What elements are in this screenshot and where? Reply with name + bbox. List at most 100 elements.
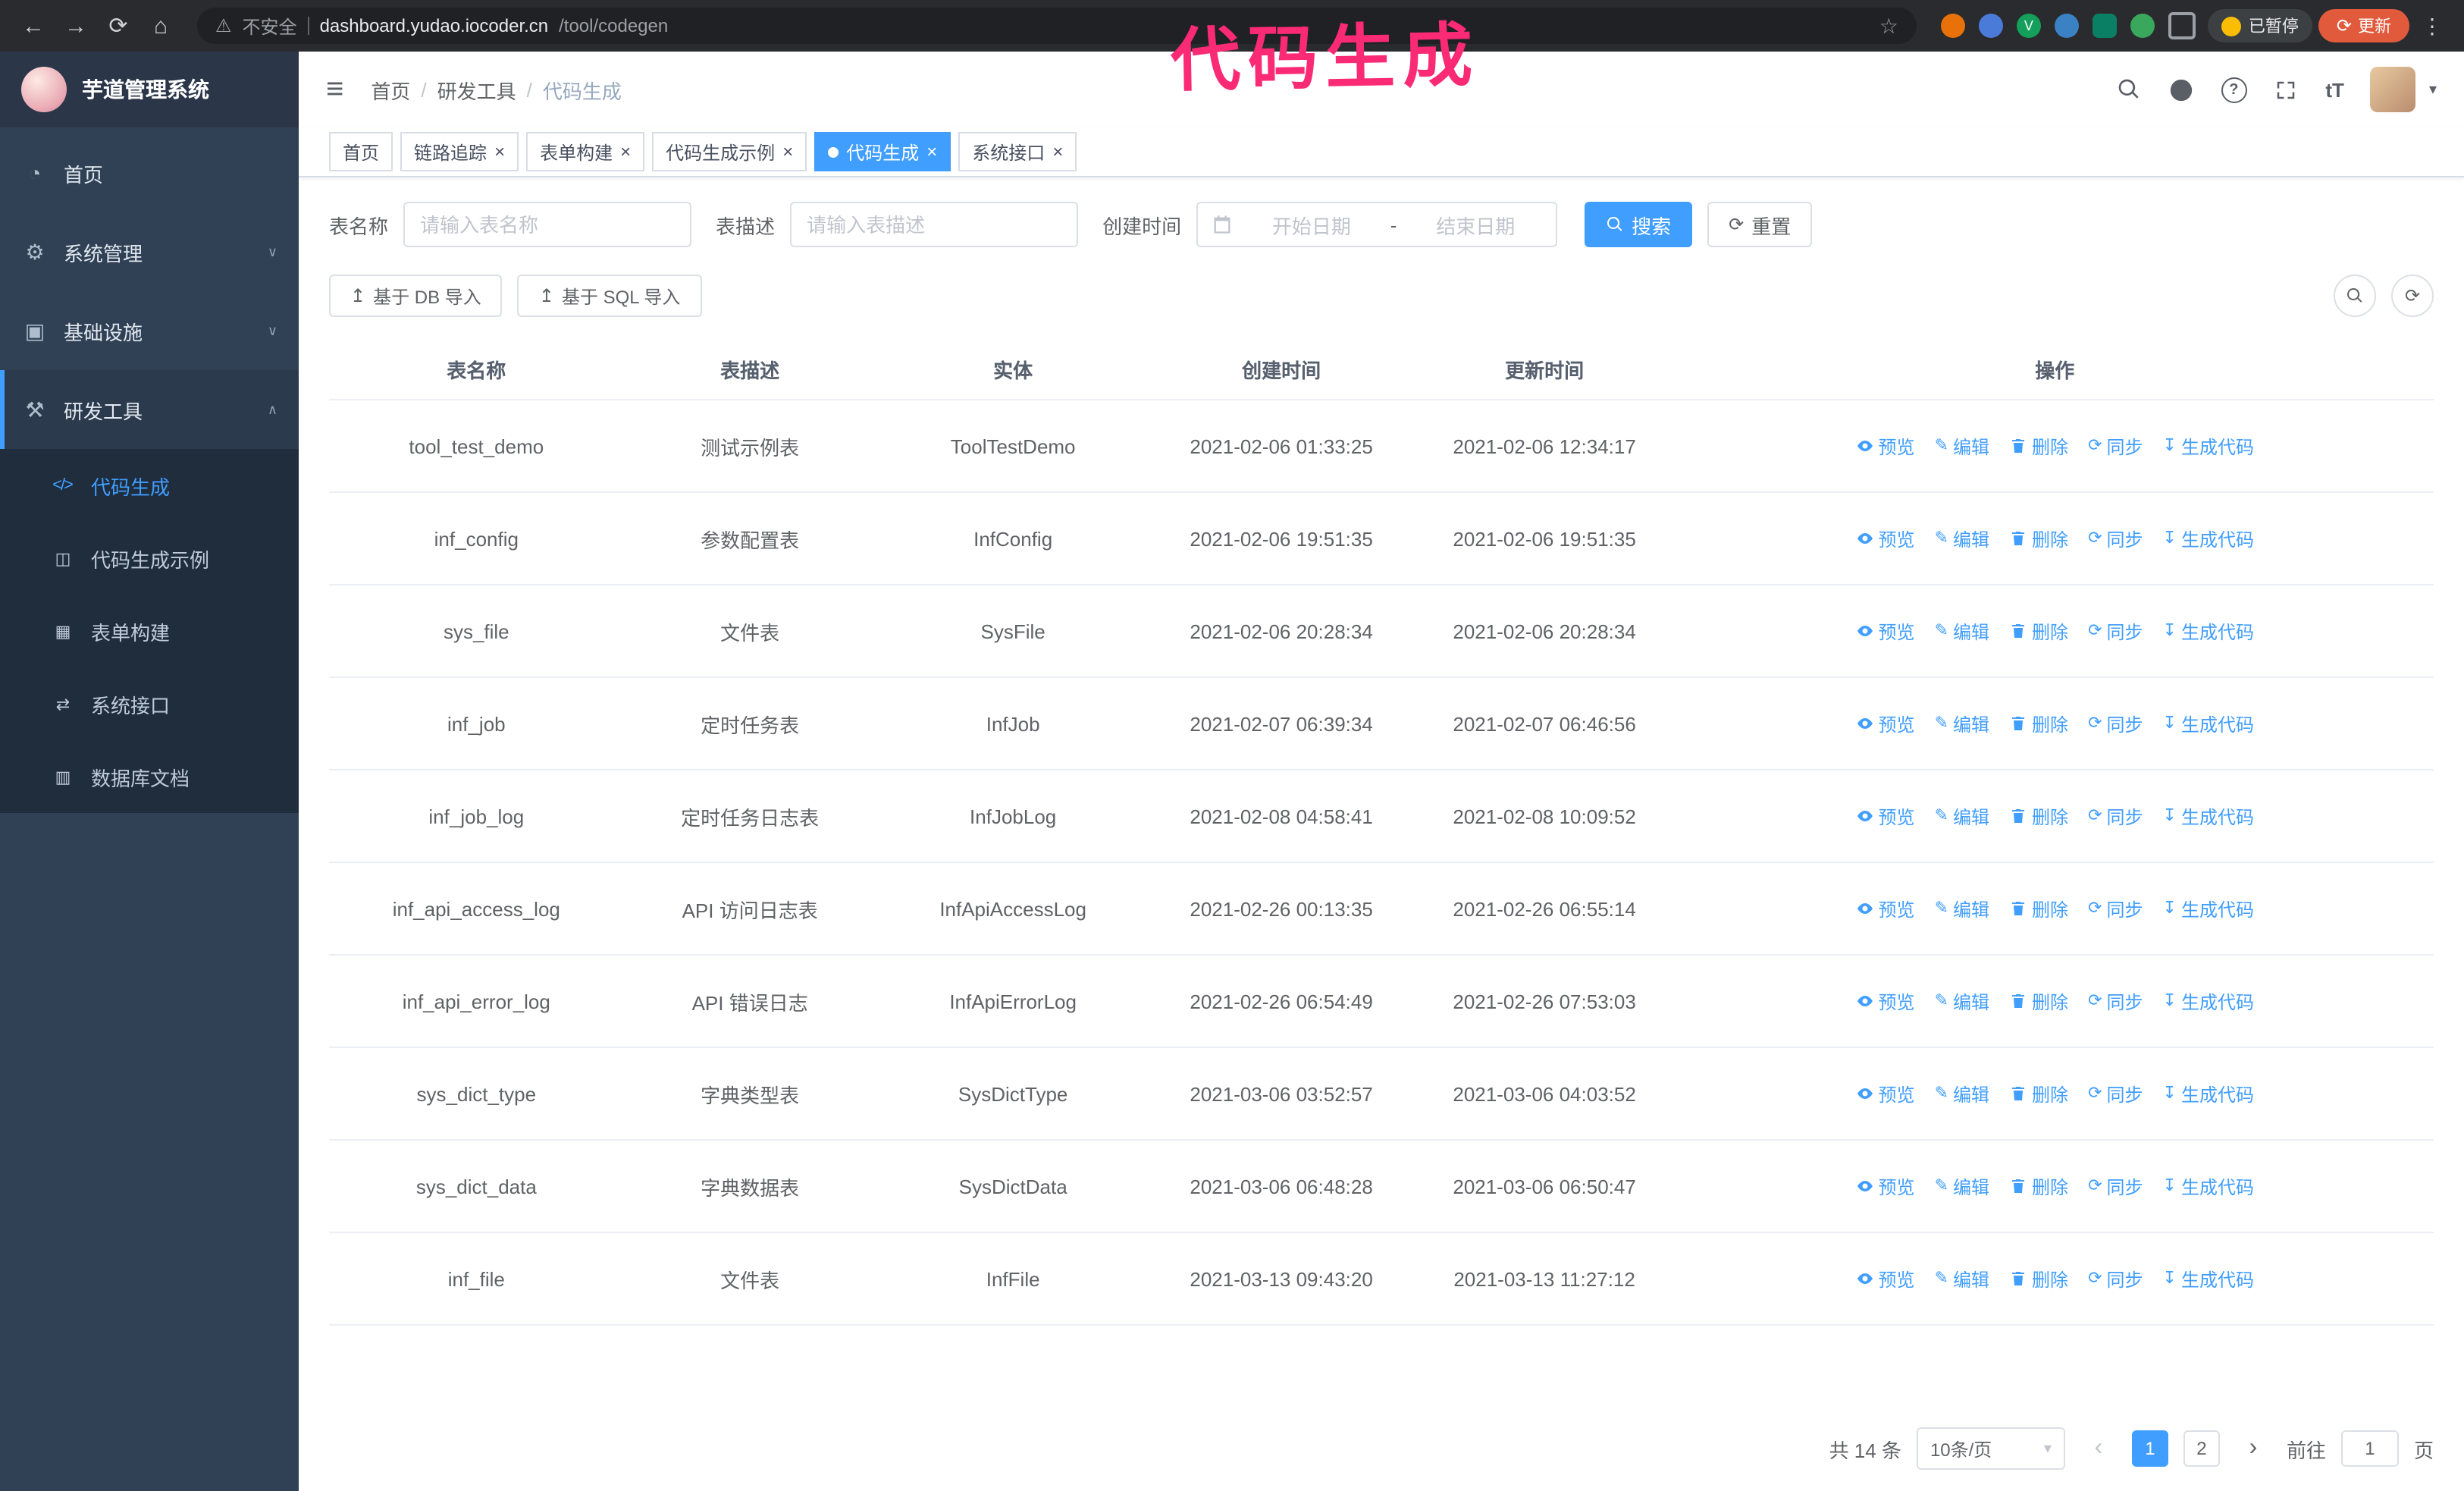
avatar-caret-icon[interactable]: ▾	[2429, 81, 2437, 98]
delete-link[interactable]: 删除	[2009, 988, 2068, 1014]
edit-link[interactable]: ✎ 编辑	[1935, 1081, 1989, 1106]
security-label[interactable]: 不安全	[243, 13, 297, 39]
page-size-select[interactable]: 10条/页 ▾	[1916, 1427, 2065, 1470]
delete-link[interactable]: 删除	[2009, 526, 2068, 551]
table-name-input[interactable]	[403, 202, 692, 247]
sync-link[interactable]: ⟳ 同步	[2088, 433, 2143, 459]
preview-link[interactable]: 预览	[1856, 618, 1915, 644]
preview-link[interactable]: 预览	[1856, 1081, 1915, 1106]
fullscreen-icon[interactable]	[2272, 76, 2299, 103]
sync-link[interactable]: ⟳ 同步	[2088, 711, 2143, 736]
help-icon[interactable]: ?	[2221, 77, 2247, 102]
extension-icon[interactable]: V	[2016, 14, 2041, 38]
start-date-placeholder[interactable]: 开始日期	[1245, 210, 1378, 239]
breadcrumb-home[interactable]: 首页	[371, 75, 410, 104]
extension-icon[interactable]	[2130, 14, 2155, 38]
preview-link[interactable]: 预览	[1856, 711, 1915, 736]
edit-link[interactable]: ✎ 编辑	[1935, 526, 1989, 551]
paused-badge[interactable]: 已暂停	[2207, 9, 2312, 42]
extension-icon[interactable]	[2054, 14, 2079, 38]
browser-update-button[interactable]: ⟳ 更新	[2318, 9, 2409, 42]
sync-link[interactable]: ⟳ 同步	[2088, 988, 2143, 1014]
browser-reload-button[interactable]: ⟳	[100, 8, 136, 44]
edit-link[interactable]: ✎ 编辑	[1935, 896, 1989, 921]
sync-link[interactable]: ⟳ 同步	[2088, 526, 2143, 551]
generate-code-link[interactable]: ↧ 生成代码	[2163, 433, 2254, 459]
tab-form-builder[interactable]: 表单构建 ×	[526, 132, 645, 171]
browser-home-button[interactable]: ⌂	[143, 8, 179, 44]
preview-link[interactable]: 预览	[1856, 896, 1915, 921]
reset-button[interactable]: ⟳ 重置	[1707, 202, 1813, 247]
generate-code-link[interactable]: ↧ 生成代码	[2163, 1266, 2254, 1292]
delete-link[interactable]: 删除	[2009, 803, 2068, 829]
hamburger-icon[interactable]: ≡	[326, 74, 343, 105]
generate-code-link[interactable]: ↧ 生成代码	[2163, 988, 2254, 1014]
page-button-2[interactable]: 2	[2183, 1430, 2220, 1467]
tab-codegen-example[interactable]: 代码生成示例 ×	[652, 132, 807, 171]
import-sql-button[interactable]: ↥ 基于 SQL 导入	[517, 275, 702, 317]
extension-icon[interactable]	[2092, 14, 2117, 38]
edit-link[interactable]: ✎ 编辑	[1935, 433, 1989, 459]
edit-link[interactable]: ✎ 编辑	[1935, 618, 1989, 644]
refresh-table-button[interactable]: ⟳	[2391, 275, 2434, 317]
extension-icon[interactable]	[1978, 14, 2003, 38]
edit-link[interactable]: ✎ 编辑	[1935, 803, 1989, 829]
browser-forward-button[interactable]: →	[58, 8, 94, 44]
font-size-icon[interactable]: tT	[2325, 78, 2344, 101]
end-date-placeholder[interactable]: 结束日期	[1409, 210, 1542, 239]
browser-menu-kebab-icon[interactable]: ⋮	[2415, 13, 2449, 39]
import-db-button[interactable]: ↥ 基于 DB 导入	[329, 275, 503, 317]
close-icon[interactable]: ×	[782, 143, 793, 161]
github-icon[interactable]	[2168, 76, 2195, 103]
generate-code-link[interactable]: ↧ 生成代码	[2163, 896, 2254, 921]
sidebar-item-db-doc[interactable]: ▥ 数据库文档	[0, 740, 299, 813]
delete-link[interactable]: 删除	[2009, 433, 2068, 459]
sidebar-item-codegen-example[interactable]: ◫ 代码生成示例	[0, 522, 299, 595]
edit-link[interactable]: ✎ 编辑	[1935, 988, 1989, 1014]
sidebar-item-system-management[interactable]: ⚙ 系统管理 ∨	[0, 212, 299, 291]
preview-link[interactable]: 预览	[1856, 1173, 1915, 1199]
extensions-puzzle-icon[interactable]	[2168, 12, 2196, 39]
avatar[interactable]	[2369, 67, 2415, 112]
preview-link[interactable]: 预览	[1856, 433, 1915, 459]
sidebar-item-system-api[interactable]: ⇄ 系统接口	[0, 667, 299, 740]
edit-link[interactable]: ✎ 编辑	[1935, 711, 1989, 736]
preview-link[interactable]: 预览	[1856, 988, 1915, 1014]
delete-link[interactable]: 删除	[2009, 896, 2068, 921]
sync-link[interactable]: ⟳ 同步	[2088, 803, 2143, 829]
delete-link[interactable]: 删除	[2009, 618, 2068, 644]
page-goto-input[interactable]	[2340, 1430, 2399, 1467]
generate-code-link[interactable]: ↧ 生成代码	[2163, 526, 2254, 551]
generate-code-link[interactable]: ↧ 生成代码	[2163, 618, 2254, 644]
sync-link[interactable]: ⟳ 同步	[2088, 896, 2143, 921]
sync-link[interactable]: ⟳ 同步	[2088, 618, 2143, 644]
table-desc-input[interactable]	[790, 202, 1079, 247]
sync-link[interactable]: ⟳ 同步	[2088, 1173, 2143, 1199]
tab-tracing[interactable]: 链路追踪 ×	[400, 132, 519, 171]
breadcrumb-dev-tools[interactable]: 研发工具	[437, 75, 516, 104]
close-icon[interactable]: ×	[1052, 143, 1063, 161]
close-icon[interactable]: ×	[494, 143, 505, 161]
sidebar-item-dev-tools[interactable]: ⚒ 研发工具 ∧	[0, 370, 299, 449]
generate-code-link[interactable]: ↧ 生成代码	[2163, 1173, 2254, 1199]
sidebar-item-codegen[interactable]: </> 代码生成	[0, 449, 299, 522]
delete-link[interactable]: 删除	[2009, 1173, 2068, 1199]
prev-page-button[interactable]: ‹	[2080, 1430, 2117, 1467]
generate-code-link[interactable]: ↧ 生成代码	[2163, 711, 2254, 736]
sync-link[interactable]: ⟳ 同步	[2088, 1266, 2143, 1292]
next-page-button[interactable]: ›	[2235, 1430, 2271, 1467]
page-button-1[interactable]: 1	[2131, 1430, 2168, 1467]
generate-code-link[interactable]: ↧ 生成代码	[2163, 1081, 2254, 1106]
edit-link[interactable]: ✎ 编辑	[1935, 1266, 1989, 1292]
search-button[interactable]: 搜索	[1585, 202, 1693, 247]
tab-codegen[interactable]: 代码生成 ×	[814, 132, 951, 171]
delete-link[interactable]: 删除	[2009, 711, 2068, 736]
generate-code-link[interactable]: ↧ 生成代码	[2163, 803, 2254, 829]
sidebar-logo[interactable]: 芋道管理系统	[0, 52, 299, 127]
tab-home[interactable]: 首页	[329, 132, 393, 171]
close-icon[interactable]: ×	[926, 143, 937, 161]
close-icon[interactable]: ×	[620, 143, 631, 161]
sidebar-item-home[interactable]: ◔ 首页	[0, 133, 299, 212]
browser-back-button[interactable]: ←	[15, 8, 52, 44]
address-bar[interactable]: ⚠ 不安全 dashboard.yudao.iocoder.cn/tool/co…	[197, 8, 1917, 44]
